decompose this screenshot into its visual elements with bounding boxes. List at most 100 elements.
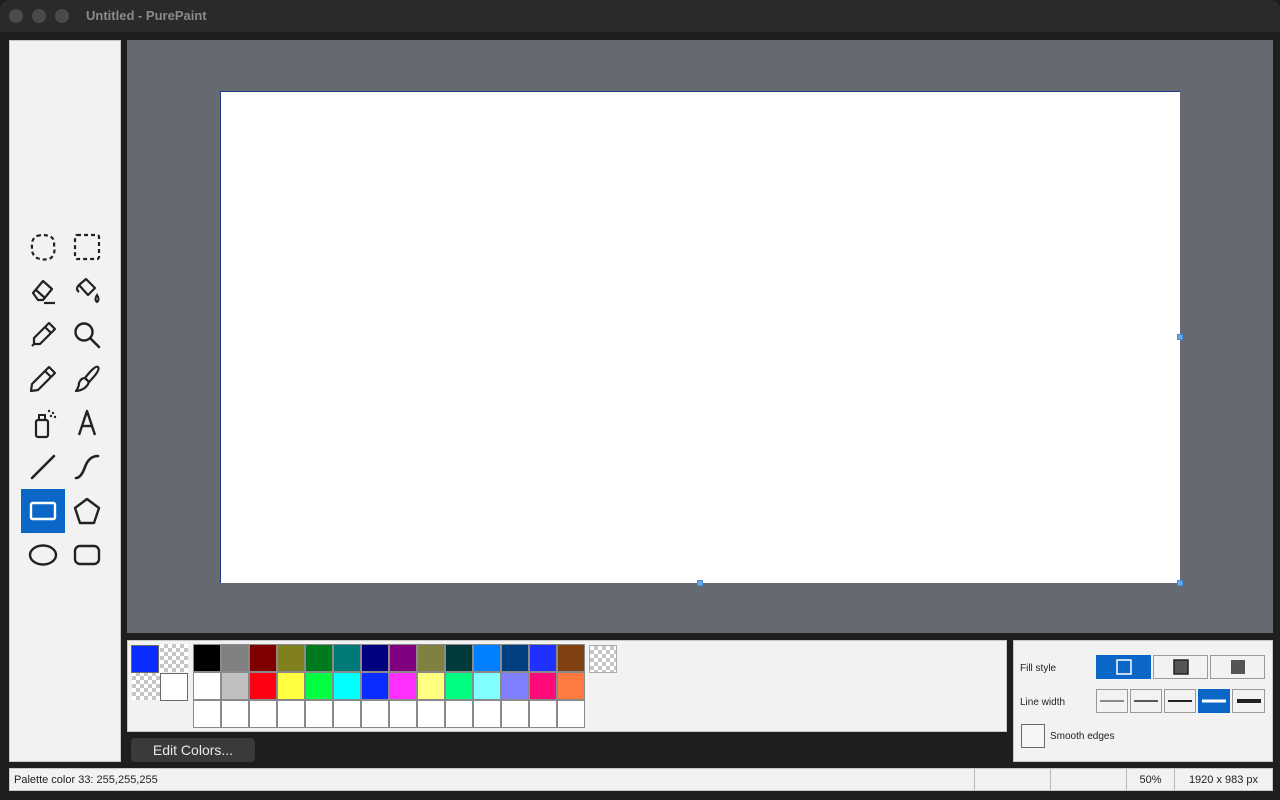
primary-color-bg-bottom (132, 672, 160, 700)
fill-bucket-tool[interactable] (65, 269, 109, 313)
line-icon (30, 454, 56, 480)
line-width-2-button[interactable] (1130, 689, 1162, 713)
palette-swatch[interactable] (305, 700, 333, 728)
status-cell-selection (1050, 769, 1126, 790)
rectangle-tool[interactable] (21, 489, 65, 533)
palette-swatch[interactable] (389, 700, 417, 728)
ellipse-icon (28, 544, 58, 566)
drawing-canvas[interactable] (220, 91, 1180, 583)
text-icon (77, 409, 97, 436)
palette-swatch[interactable] (557, 672, 585, 700)
pencil-tool[interactable] (21, 357, 65, 401)
palette-swatch[interactable] (277, 672, 305, 700)
palette-swatch[interactable] (389, 672, 417, 700)
eraser-icon (31, 279, 55, 305)
line-width-4-button[interactable] (1198, 689, 1230, 713)
fill-style-fill-button[interactable] (1210, 655, 1265, 679)
palette-swatch[interactable] (361, 644, 389, 672)
palette-swatch[interactable] (501, 644, 529, 672)
palette-swatch[interactable] (193, 644, 221, 672)
palette-swatch[interactable] (249, 700, 277, 728)
brush-icon (74, 365, 100, 393)
palette-swatch[interactable] (417, 644, 445, 672)
resize-handle-right[interactable] (1177, 334, 1183, 340)
rect-select-icon (73, 233, 101, 261)
palette-swatch[interactable] (333, 644, 361, 672)
smooth-edges-label: Smooth edges (1050, 731, 1115, 742)
palette-swatch[interactable] (473, 672, 501, 700)
palette-swatch[interactable] (333, 672, 361, 700)
palette-swatch[interactable] (529, 672, 557, 700)
canvas-scroll-area[interactable] (127, 40, 1273, 633)
line-width-3-button[interactable] (1164, 689, 1196, 713)
color-picker-tool[interactable] (21, 313, 65, 357)
line-width-label: Line width (1020, 697, 1066, 708)
palette-swatch[interactable] (529, 700, 557, 728)
curve-icon (74, 454, 100, 480)
line-width-5-button[interactable] (1232, 689, 1265, 713)
minimize-window-button[interactable] (32, 9, 46, 23)
palette-swatch[interactable] (417, 672, 445, 700)
line-width-1-icon (1100, 700, 1124, 702)
palette-swatch[interactable] (277, 644, 305, 672)
app-window: Untitled - PurePaint Edit Colors... Fill… (0, 0, 1280, 800)
freeform-select-icon (30, 233, 56, 261)
line-width-1-button[interactable] (1096, 689, 1128, 713)
palette-swatch[interactable] (361, 700, 389, 728)
palette-swatch[interactable] (473, 644, 501, 672)
transparent-color-swatch[interactable] (589, 645, 617, 673)
palette-swatch[interactable] (557, 700, 585, 728)
magnifier-tool[interactable] (65, 313, 109, 357)
palette-swatch[interactable] (193, 700, 221, 728)
fill-style-outline-fill-button[interactable] (1153, 655, 1208, 679)
free-form-select-tool[interactable] (21, 225, 65, 269)
palette-swatch[interactable] (249, 672, 277, 700)
text-tool[interactable] (65, 401, 109, 445)
rounded-rectangle-tool[interactable] (65, 533, 109, 577)
resize-handle-corner[interactable] (1177, 580, 1183, 586)
palette-swatch[interactable] (389, 644, 417, 672)
eraser-tool[interactable] (21, 269, 65, 313)
secondary-color-bg-top (160, 644, 188, 672)
magnifier-icon (74, 322, 101, 349)
palette-swatch[interactable] (445, 700, 473, 728)
line-tool[interactable] (21, 445, 65, 489)
curve-tool[interactable] (65, 445, 109, 489)
close-window-button[interactable] (9, 9, 23, 23)
fill-style-outline-button[interactable] (1096, 655, 1151, 679)
line-width-4-icon (1202, 699, 1226, 703)
palette-swatch[interactable] (529, 644, 557, 672)
palette-swatch[interactable] (501, 672, 529, 700)
palette-swatch[interactable] (501, 700, 529, 728)
palette-swatch[interactable] (193, 672, 221, 700)
palette-swatch[interactable] (305, 644, 333, 672)
ellipse-tool[interactable] (21, 533, 65, 577)
palette-swatch[interactable] (221, 700, 249, 728)
palette-swatch[interactable] (333, 700, 361, 728)
palette-swatch[interactable] (221, 644, 249, 672)
palette-swatch[interactable] (277, 700, 305, 728)
palette-swatch[interactable] (557, 644, 585, 672)
palette-swatch[interactable] (361, 672, 389, 700)
outline-only-icon (1115, 659, 1132, 675)
palette-swatch[interactable] (249, 644, 277, 672)
secondary-color-swatch[interactable] (160, 673, 188, 701)
palette-swatch[interactable] (305, 672, 333, 700)
palette-swatch[interactable] (417, 700, 445, 728)
palette-swatch[interactable] (445, 672, 473, 700)
outline-fill-icon (1172, 659, 1189, 675)
palette-swatch[interactable] (473, 700, 501, 728)
polygon-tool[interactable] (65, 489, 109, 533)
resize-handle-bottom[interactable] (697, 580, 703, 586)
zoom-window-button[interactable] (55, 9, 69, 23)
airbrush-tool[interactable] (21, 401, 65, 445)
edit-colors-button[interactable]: Edit Colors... (131, 738, 255, 762)
fill-only-icon (1230, 660, 1245, 674)
primary-color-swatch[interactable] (131, 645, 159, 673)
smooth-edges-checkbox[interactable] (1021, 724, 1045, 748)
palette-swatch[interactable] (221, 672, 249, 700)
brush-tool[interactable] (65, 357, 109, 401)
rectangle-select-tool[interactable] (65, 225, 109, 269)
fill-style-label: Fill style (1020, 663, 1057, 674)
palette-swatch[interactable] (445, 644, 473, 672)
